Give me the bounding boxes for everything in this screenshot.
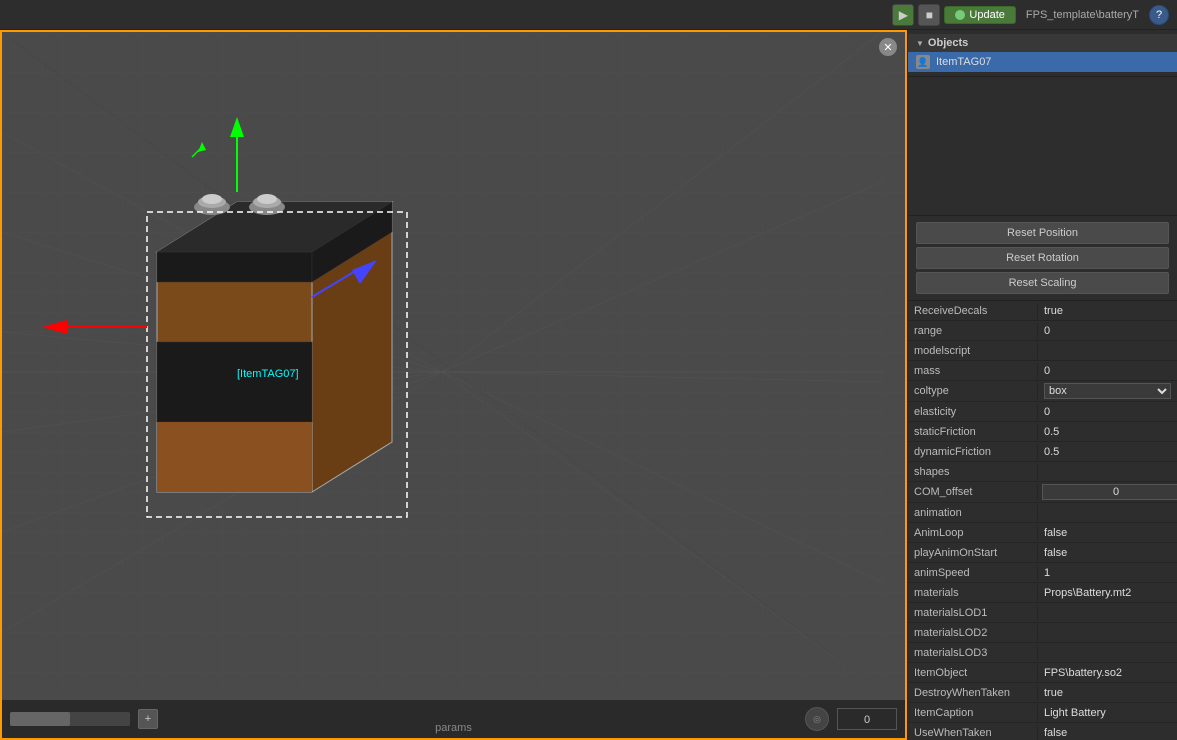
- prop-row: materialsLOD1: [908, 603, 1177, 623]
- viewport-bottom-bar: + ◎ 0 params: [2, 700, 905, 738]
- right-panel: ▼ Objects 👤 ItemTAG07 Reset Position Res…: [907, 30, 1177, 740]
- prop-row: animSpeed1: [908, 563, 1177, 583]
- prop-name-materialslod3: materialsLOD3: [908, 645, 1038, 661]
- prop-row: animation: [908, 503, 1177, 523]
- section-arrow: ▼: [916, 39, 924, 48]
- prop-row: shapes: [908, 462, 1177, 482]
- prop-value-shapes: [1038, 470, 1177, 474]
- prop-value-itemcaption: Light Battery: [1038, 705, 1177, 721]
- prop-row: elasticity0: [908, 402, 1177, 422]
- prop-name-animspeed: animSpeed: [908, 565, 1038, 581]
- path-label: FPS_template\batteryT: [1020, 9, 1145, 21]
- prop-name-elasticity: elasticity: [908, 404, 1038, 420]
- object-icon: 👤: [916, 55, 930, 69]
- timeline-plus-button[interactable]: +: [138, 709, 158, 729]
- prop-row: dynamicFriction0.5: [908, 442, 1177, 462]
- prop-value-usewhentaken: false: [1038, 725, 1177, 740]
- prop-value-modelscript: [1038, 349, 1177, 353]
- prop-multi-input[interactable]: [1042, 484, 1177, 500]
- prop-value-receivedecals: true: [1038, 303, 1177, 319]
- prop-name-receivedecals: ReceiveDecals: [908, 303, 1038, 319]
- prop-row: ReceiveDecalstrue: [908, 301, 1177, 321]
- prop-name-itemcaption: ItemCaption: [908, 705, 1038, 721]
- prop-name-animation: animation: [908, 505, 1038, 521]
- prop-name-materialslod2: materialsLOD2: [908, 625, 1038, 641]
- prop-value-materialslod2: [1038, 631, 1177, 635]
- prop-value-animloop: false: [1038, 525, 1177, 541]
- prop-value-dynamicfriction: 0.5: [1038, 444, 1177, 460]
- svg-text:[ItemTAG07]: [ItemTAG07]: [237, 368, 299, 380]
- icon-btn-1[interactable]: ▶: [892, 4, 914, 26]
- prop-value-materialslod3: [1038, 651, 1177, 655]
- prop-name-materialslod1: materialsLOD1: [908, 605, 1038, 621]
- update-button[interactable]: Update: [944, 6, 1015, 24]
- prop-row: modelscript: [908, 341, 1177, 361]
- prop-row: materialsProps\Battery.mt2: [908, 583, 1177, 603]
- object-preview-area: [908, 76, 1177, 216]
- prop-value-range: 0: [1038, 323, 1177, 339]
- icon-btn-2[interactable]: ■: [918, 4, 940, 26]
- prop-row: coltype boxspherenone: [908, 381, 1177, 402]
- viewport-close-button[interactable]: ✕: [879, 38, 897, 56]
- prop-row: DestroyWhenTakentrue: [908, 683, 1177, 703]
- prop-name-com_offset: COM_offset: [908, 484, 1038, 500]
- prop-row: range0: [908, 321, 1177, 341]
- prop-name-playanimonstart: playAnimOnStart: [908, 545, 1038, 561]
- prop-value-com_offset[interactable]: [1038, 482, 1177, 502]
- prop-name-animloop: AnimLoop: [908, 525, 1038, 541]
- prop-value-elasticity: 0: [1038, 404, 1177, 420]
- prop-row: mass0: [908, 361, 1177, 381]
- prop-row: ItemObjectFPS\battery.so2: [908, 663, 1177, 683]
- reset-position-button[interactable]: Reset Position: [916, 222, 1169, 244]
- reset-buttons-group: Reset Position Reset Rotation Reset Scal…: [908, 216, 1177, 301]
- prop-name-materials: materials: [908, 585, 1038, 601]
- prop-name-itemobject: ItemObject: [908, 665, 1038, 681]
- prop-name-range: range: [908, 323, 1038, 339]
- object-item-itemtag07[interactable]: 👤 ItemTAG07: [908, 52, 1177, 72]
- prop-name-usewhentaken: UseWhenTaken: [908, 725, 1038, 740]
- prop-value-materials: Props\Battery.mt2: [1038, 585, 1177, 601]
- prop-row: materialsLOD2: [908, 623, 1177, 643]
- timeline-value[interactable]: 0: [837, 708, 897, 730]
- prop-row: COM_offset: [908, 482, 1177, 503]
- objects-section-header[interactable]: ▼ Objects: [908, 34, 1177, 52]
- timeline-circle: ◎: [805, 707, 829, 731]
- viewport-scene: BLENDER PLUS [ItemTAG07]: [2, 32, 905, 738]
- reset-scaling-button[interactable]: Reset Scaling: [916, 272, 1169, 294]
- viewport[interactable]: BLENDER PLUS [ItemTAG07] ✕: [0, 30, 907, 740]
- objects-section: ▼ Objects 👤 ItemTAG07: [908, 30, 1177, 76]
- prop-row: playAnimOnStartfalse: [908, 543, 1177, 563]
- prop-select-coltype[interactable]: boxspherenone: [1044, 383, 1171, 399]
- object-name: ItemTAG07: [936, 56, 991, 68]
- properties-table: ReceiveDecalstruerange0modelscriptmass0c…: [908, 301, 1177, 740]
- prop-value-coltype[interactable]: boxspherenone: [1038, 381, 1177, 401]
- prop-name-modelscript: modelscript: [908, 343, 1038, 359]
- prop-name-staticfriction: staticFriction: [908, 424, 1038, 440]
- prop-name-destroywhentaken: DestroyWhenTaken: [908, 685, 1038, 701]
- prop-row: UseWhenTakenfalse: [908, 723, 1177, 740]
- main-area: BLENDER PLUS [ItemTAG07] ✕: [0, 30, 1177, 740]
- prop-value-animspeed: 1: [1038, 565, 1177, 581]
- prop-name-dynamicfriction: dynamicFriction: [908, 444, 1038, 460]
- prop-value-materialslod1: [1038, 611, 1177, 615]
- reset-rotation-button[interactable]: Reset Rotation: [916, 247, 1169, 269]
- objects-section-label: Objects: [928, 37, 968, 49]
- prop-row: materialsLOD3: [908, 643, 1177, 663]
- prop-value-itemobject: FPS\battery.so2: [1038, 665, 1177, 681]
- top-bar: ▶ ■ Update FPS_template\batteryT ?: [0, 0, 1177, 30]
- prop-value-animation: [1038, 511, 1177, 515]
- prop-value-staticfriction: 0.5: [1038, 424, 1177, 440]
- prop-name-shapes: shapes: [908, 464, 1038, 480]
- prop-row: staticFriction0.5: [908, 422, 1177, 442]
- params-label: params: [435, 722, 472, 738]
- prop-name-mass: mass: [908, 363, 1038, 379]
- prop-value-playanimonstart: false: [1038, 545, 1177, 561]
- prop-value-mass: 0: [1038, 363, 1177, 379]
- prop-row: ItemCaptionLight Battery: [908, 703, 1177, 723]
- prop-value-destroywhentaken: true: [1038, 685, 1177, 701]
- prop-row: AnimLoopfalse: [908, 523, 1177, 543]
- help-button[interactable]: ?: [1149, 5, 1169, 25]
- prop-name-coltype: coltype: [908, 383, 1038, 399]
